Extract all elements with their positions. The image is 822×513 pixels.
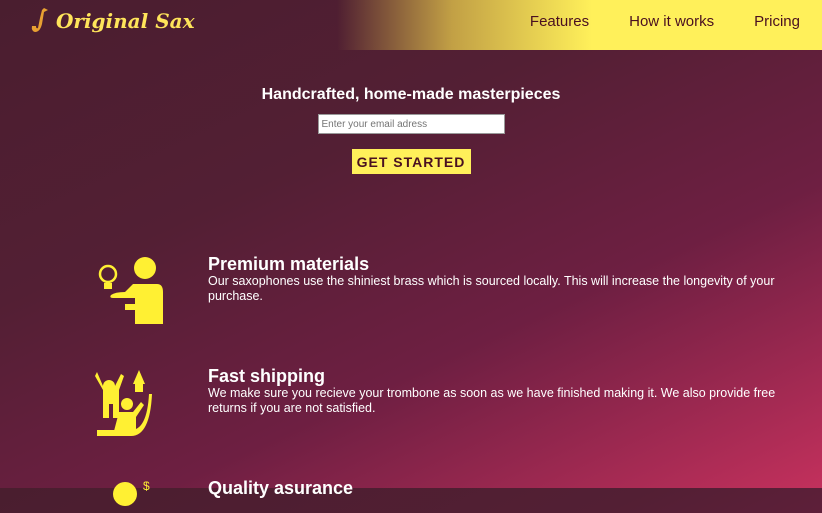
feature-title: Fast shipping (208, 366, 325, 386)
hero: Handcrafted, home-made masterpieces GET … (0, 86, 822, 174)
hero-title: Handcrafted, home-made masterpieces (261, 86, 561, 103)
feature-premium: Premium materials Our saxophones use the… (95, 254, 808, 331)
svg-text:$: $ (143, 479, 150, 493)
header: Original Sax Features How it works Prici… (0, 0, 822, 50)
feature-text: Our saxophones use the shiniest brass wh… (208, 274, 775, 303)
logo[interactable]: Original Sax (30, 6, 195, 36)
nav-features[interactable]: Features (530, 13, 589, 30)
get-started-button[interactable]: GET STARTED (351, 149, 471, 174)
feature-title: Quality asurance (208, 478, 354, 498)
feature-quality: $ Quality asurance (95, 478, 808, 513)
nav: Features How it works Pricing (530, 13, 800, 30)
rocket-celebration-icon (95, 370, 152, 436)
feature-shipping: Fast shipping We make sure you recieve y… (95, 366, 808, 443)
nav-how-it-works[interactable]: How it works (629, 13, 714, 30)
feature-title: Premium materials (208, 254, 370, 274)
logo-text: Original Sax (56, 9, 195, 33)
nav-pricing[interactable]: Pricing (754, 13, 800, 30)
idea-person-icon (98, 257, 163, 324)
money-quality-icon: $ (113, 479, 150, 506)
saxophone-icon (31, 8, 48, 32)
feature-text: We make sure you recieve your trombone a… (208, 386, 776, 415)
email-input[interactable] (317, 114, 505, 134)
